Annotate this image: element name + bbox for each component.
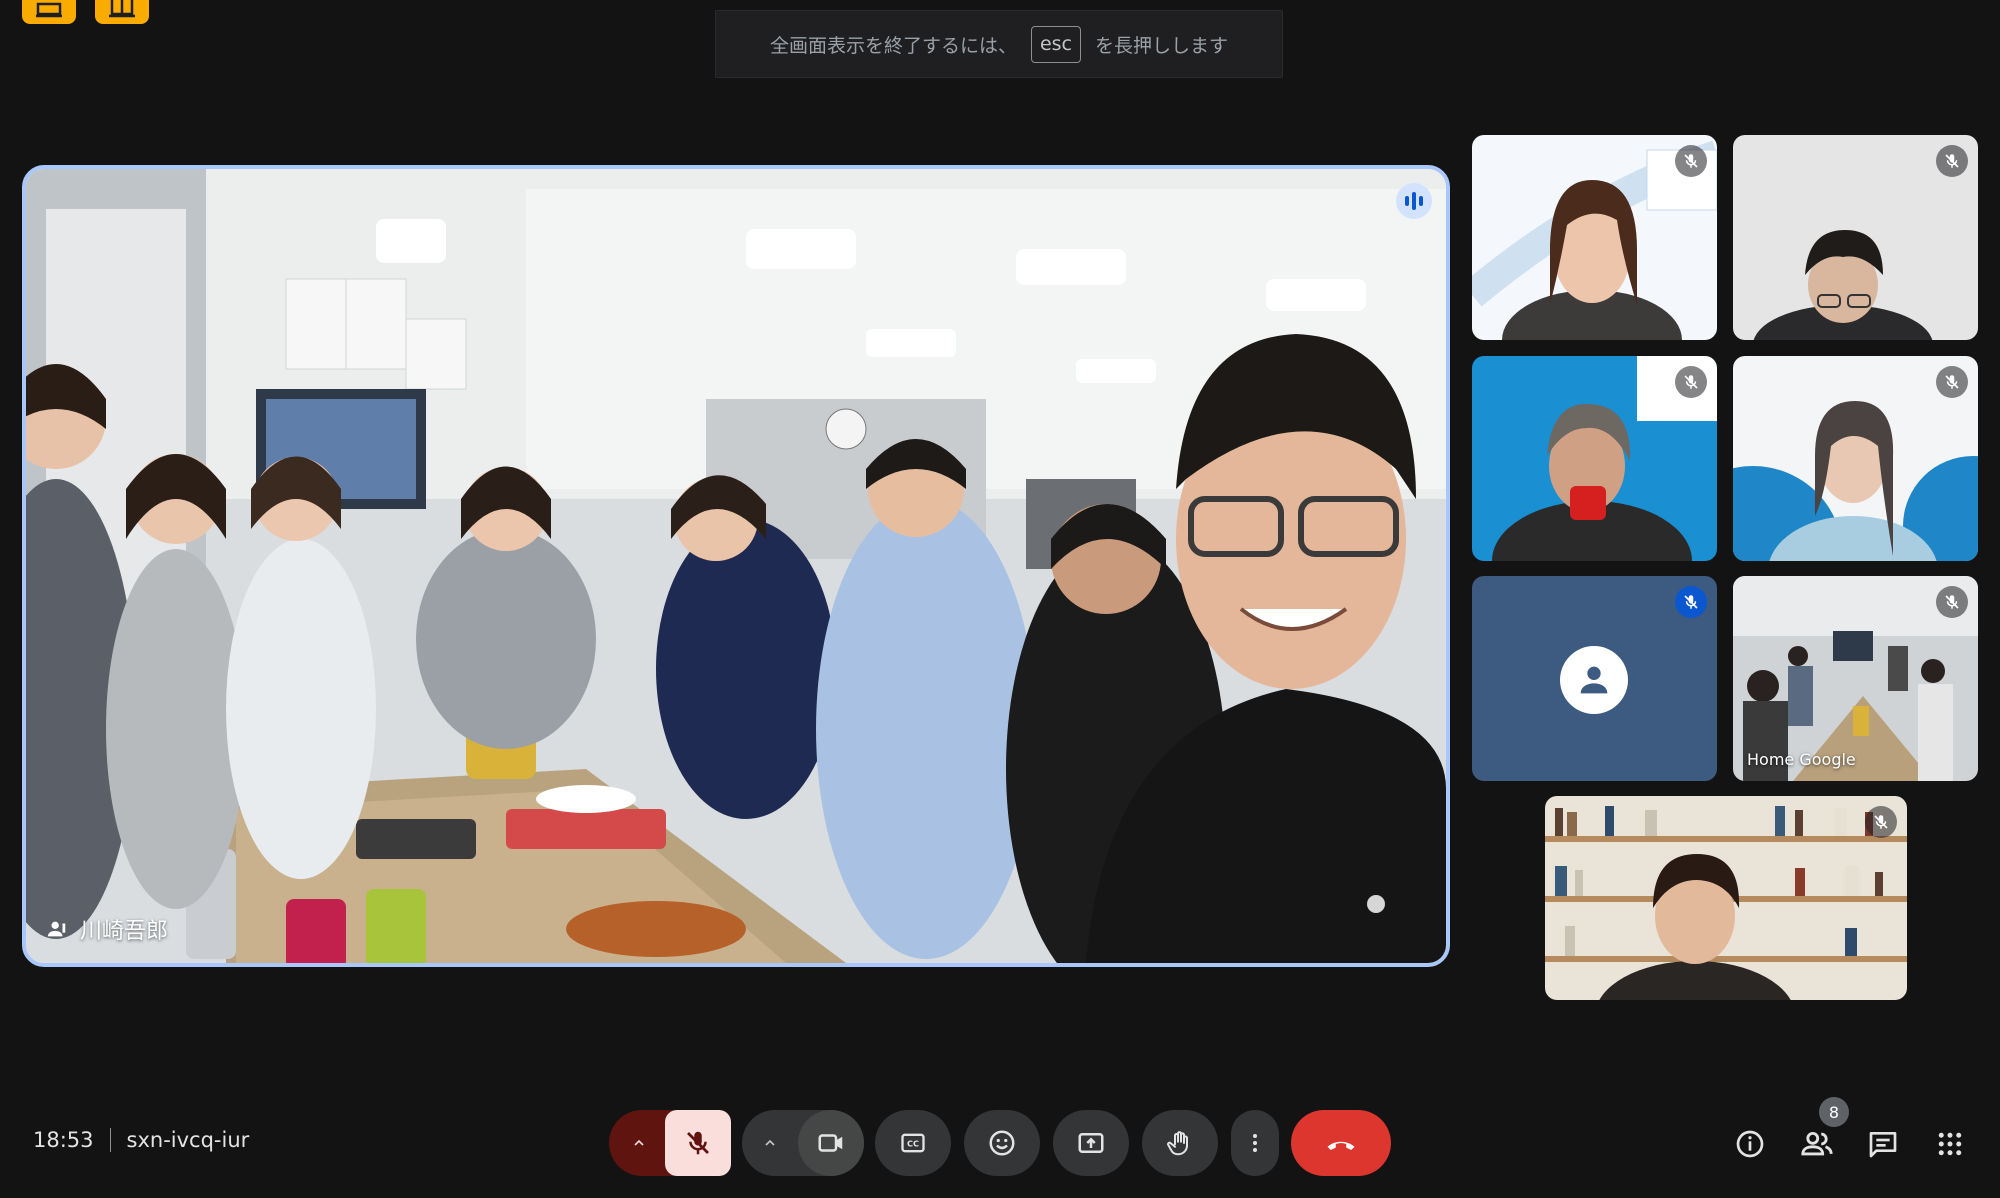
- mic-off-icon: [1936, 145, 1968, 177]
- participant-tile-2[interactable]: [1733, 135, 1978, 340]
- main-tile-name-tag: 川崎吾郎: [46, 913, 168, 945]
- raise-hand-icon: [1167, 1131, 1188, 1156]
- info-icon: [1736, 1130, 1764, 1158]
- apps-grid-icon: [1938, 1132, 1962, 1156]
- main-participant-name: 川崎吾郎: [80, 919, 169, 944]
- more-options-button[interactable]: [1231, 1110, 1279, 1176]
- present-now-button[interactable]: [1053, 1110, 1129, 1176]
- participant-tile-4[interactable]: [1733, 356, 1978, 561]
- participant-tile-3[interactable]: [1472, 356, 1717, 561]
- emoji-reaction-button[interactable]: [964, 1110, 1040, 1176]
- person-icon: [1560, 646, 1628, 714]
- activities-button[interactable]: [95, 0, 149, 24]
- captions-button[interactable]: CC: [875, 1110, 951, 1176]
- hint-text-after: を長押しします: [1095, 34, 1229, 57]
- mic-off-icon: [1865, 806, 1897, 838]
- mic-off-icon: [1675, 586, 1707, 618]
- chevron-up-icon: [634, 1139, 644, 1146]
- people-button[interactable]: [1795, 1122, 1839, 1166]
- fullscreen-exit-hint: 全画面表示を終了するには、 esc を長押しします: [715, 10, 1283, 78]
- pin-person-icon: [47, 921, 66, 937]
- leave-call-button[interactable]: [1291, 1110, 1391, 1176]
- mic-off-icon: [1936, 586, 1968, 618]
- mic-off-icon: [1675, 145, 1707, 177]
- audio-options-button[interactable]: [609, 1110, 669, 1176]
- meeting-details-button[interactable]: [1728, 1122, 1772, 1166]
- participant-name-6: Home Google: [1747, 750, 1856, 769]
- mic-control-group: [609, 1110, 731, 1176]
- videocam-icon: [818, 1134, 843, 1152]
- participant-tile-5[interactable]: [1472, 576, 1717, 781]
- main-video-feed: [26, 169, 1446, 963]
- audio-level-icon: [1396, 183, 1432, 219]
- hint-text-before: 全画面表示を終了するには、: [769, 34, 1017, 57]
- participants-count-badge: 8: [1819, 1097, 1849, 1127]
- whiteboard-button[interactable]: [22, 0, 76, 24]
- closed-caption-icon: CC: [901, 1133, 925, 1153]
- chat-button[interactable]: [1861, 1122, 1905, 1166]
- mic-off-icon: [1675, 366, 1707, 398]
- mic-off-icon: [687, 1131, 709, 1155]
- participant-video-7: [1545, 796, 1907, 1000]
- camera-toggle-button[interactable]: [798, 1110, 864, 1176]
- mic-toggle-button[interactable]: [665, 1110, 731, 1176]
- svg-text:CC: CC: [907, 1139, 919, 1149]
- people-icon: [1801, 1131, 1833, 1156]
- esc-key: esc: [1030, 25, 1082, 63]
- main-video-tile[interactable]: 川崎吾郎: [22, 165, 1450, 967]
- participant-tile-6[interactable]: Home Google: [1733, 576, 1978, 781]
- divider: [109, 1128, 111, 1152]
- camera-control-group: [742, 1110, 864, 1176]
- more-vert-icon: [1253, 1134, 1257, 1152]
- chevron-up-icon: [765, 1139, 775, 1146]
- meeting-code: sxn-ivcq-iur: [126, 1128, 250, 1152]
- video-options-button[interactable]: [742, 1110, 798, 1176]
- raise-hand-button[interactable]: [1142, 1110, 1218, 1176]
- board-icon: [36, 2, 62, 18]
- layout-icon: [109, 0, 135, 18]
- chat-icon: [1869, 1132, 1897, 1158]
- emoji-icon: [989, 1130, 1015, 1156]
- present-screen-icon: [1078, 1133, 1104, 1153]
- meeting-time: 18:53: [33, 1128, 94, 1152]
- participant-tile-1[interactable]: [1472, 135, 1717, 340]
- activities-menu-button[interactable]: [1928, 1122, 1972, 1166]
- meeting-info: 18:53 sxn-ivcq-iur: [33, 1128, 249, 1152]
- call-end-icon: [1327, 1141, 1355, 1151]
- participant-tile-7[interactable]: [1545, 796, 1907, 1000]
- mic-off-icon: [1936, 366, 1968, 398]
